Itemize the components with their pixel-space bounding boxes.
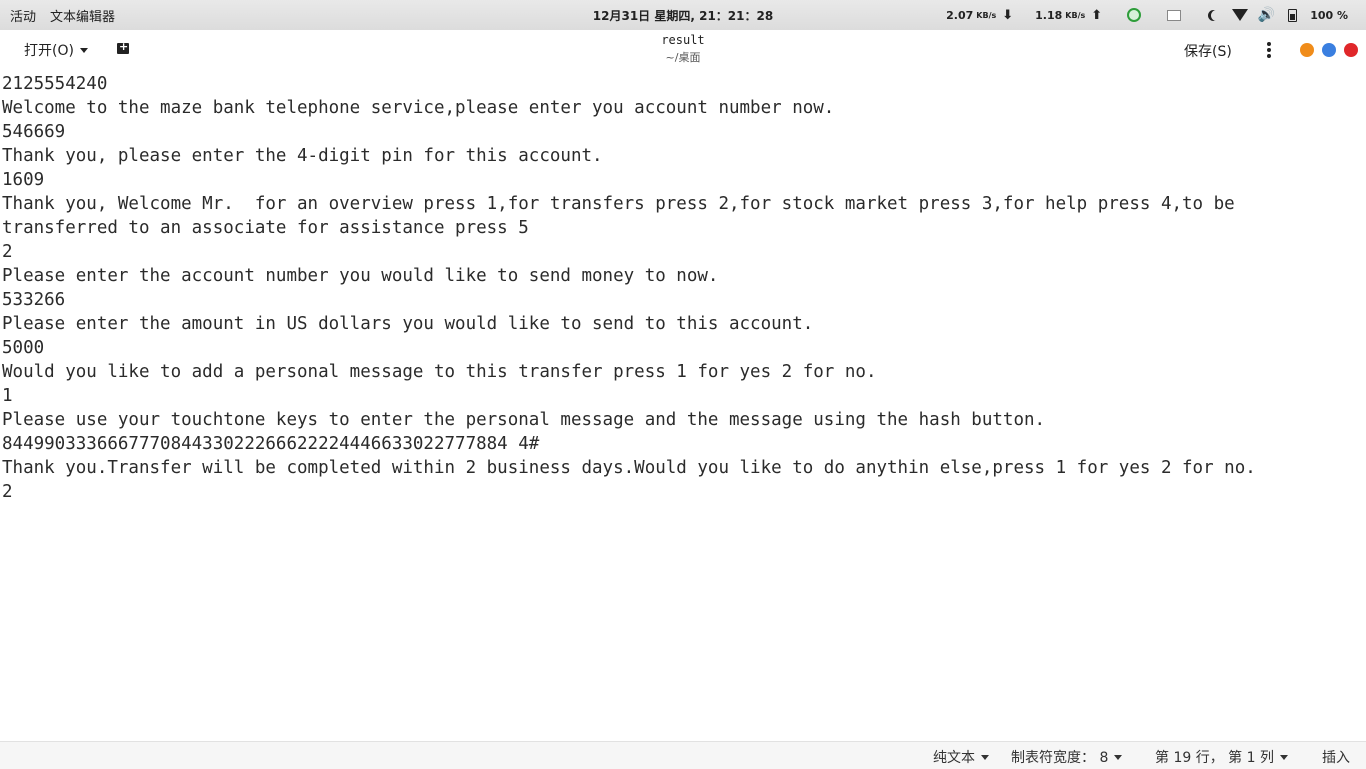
clock[interactable]: 12月31日 星期四, 21：21：28 [593, 7, 773, 24]
save-button[interactable]: 保存(S) [1184, 41, 1232, 61]
text-editor-area[interactable]: 2125554240 Welcome to the maze bank tele… [0, 72, 1366, 741]
editor-line: Welcome to the maze bank telephone servi… [2, 98, 835, 118]
editor-line: 533266 [2, 290, 66, 310]
volume-icon[interactable]: 🔊 [1257, 7, 1274, 23]
close-button[interactable] [1344, 43, 1358, 57]
editor-line: 5000 [2, 338, 45, 358]
editor-line: Thank you, Welcome Mr. for an overview p… [2, 194, 1235, 214]
editor-line: Thank you.Transfer will be completed wit… [2, 458, 1256, 478]
cursor-position-selector[interactable]: 第 19 行， 第 1 列 [1155, 747, 1288, 767]
open-label: 打开(O) [24, 43, 74, 59]
battery-percent[interactable]: 100 % [1310, 9, 1348, 22]
chevron-down-icon [1279, 754, 1288, 760]
editor-line: Thank you, please enter the 4-digit pin … [2, 146, 603, 166]
activities-button[interactable]: 活动 [10, 6, 36, 25]
editor-line: 2 [2, 242, 13, 262]
night-light-icon[interactable] [1206, 7, 1222, 23]
status-bar: 纯文本 制表符宽度： 8 第 19 行， 第 1 列 插入 [0, 741, 1366, 769]
keyboard-indicator-icon[interactable] [1166, 7, 1182, 23]
editor-line: transferred to an associate for assistan… [2, 218, 529, 238]
chevron-down-icon [1114, 754, 1123, 760]
system-top-bar: 活动 文本编辑器 12月31日 星期四, 21：21：28 2.07 KB/s ⬇… [0, 0, 1366, 30]
maximize-button[interactable] [1322, 43, 1336, 57]
editor-line: 2 [2, 482, 13, 502]
editor-line: 2125554240 [2, 74, 108, 94]
header-bar: 打开(O) result ~/桌面 保存(S) [0, 30, 1366, 72]
syntax-selector[interactable]: 纯文本 [933, 747, 989, 767]
menu-icon[interactable] [1267, 42, 1271, 60]
upload-speed: 1.18 KB/s ⬆ [1035, 7, 1103, 23]
app-indicator-icon[interactable] [1126, 7, 1142, 23]
download-speed: 2.07 KB/s ⬇ [946, 7, 1014, 23]
new-document-icon[interactable] [117, 40, 129, 54]
open-button[interactable]: 打开(O) [24, 40, 88, 60]
editor-line: Would you like to add a personal message… [2, 362, 877, 382]
document-path: ~/桌面 [665, 51, 701, 64]
tab-width-selector[interactable]: 制表符宽度： 8 [1011, 747, 1123, 767]
insert-mode-indicator[interactable]: 插入 [1322, 747, 1350, 767]
editor-line: 546669 [2, 122, 66, 142]
editor-line: 1 [2, 386, 13, 406]
editor-line: Please enter the account number you woul… [2, 266, 719, 286]
editor-line: 1609 [2, 170, 45, 190]
wifi-icon[interactable] [1232, 7, 1249, 23]
upload-arrow-icon: ⬆ [1091, 7, 1103, 23]
download-arrow-icon: ⬇ [1002, 7, 1014, 23]
chevron-down-icon [981, 754, 989, 760]
chevron-down-icon [79, 47, 88, 53]
minimize-button[interactable] [1300, 43, 1314, 57]
editor-line: Please enter the amount in US dollars yo… [2, 314, 814, 334]
app-menu-button[interactable]: 文本编辑器 [50, 6, 115, 25]
editor-line: Please use your touchtone keys to enter … [2, 410, 1046, 430]
editor-line: 8449903336667770844330222666222244466330… [2, 434, 540, 454]
battery-icon[interactable] [1284, 7, 1300, 23]
window-title: result ~/桌面 [583, 33, 783, 65]
document-title: result [661, 33, 705, 47]
